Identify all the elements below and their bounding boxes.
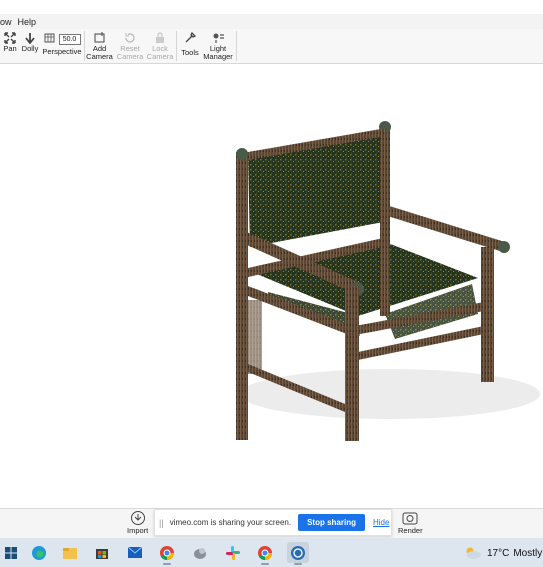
start-icon[interactable] [0, 542, 22, 563]
app-icon[interactable] [189, 542, 211, 563]
light-manager-button[interactable]: Light Manager [203, 29, 233, 63]
window-top-strip [0, 0, 543, 14]
tools-label: Tools [181, 48, 199, 57]
perspective-label: Perspective [42, 47, 82, 56]
reset-camera-button[interactable]: Reset Camera [116, 29, 144, 63]
render-button[interactable]: Render [398, 510, 423, 535]
render-label: Render [398, 526, 423, 535]
edge-icon[interactable] [28, 542, 50, 563]
render-viewport[interactable] [0, 64, 543, 508]
toolbar-divider [84, 31, 85, 61]
weather-widget[interactable]: 17°C Mostly [463, 541, 542, 565]
import-icon [130, 511, 145, 525]
running-indicator [261, 563, 269, 565]
chair-model [236, 121, 540, 441]
dolly-button[interactable]: Dolly [21, 29, 39, 63]
taskbar [0, 538, 543, 567]
chrome-icon[interactable] [156, 542, 178, 565]
add-camera-label-2: Camera [86, 52, 113, 61]
chrome-icon[interactable] [254, 542, 276, 565]
menu-window[interactable]: ow [0, 17, 18, 27]
mail-icon[interactable] [124, 542, 146, 563]
lock-icon [155, 31, 165, 45]
tools-button[interactable]: Tools [179, 29, 201, 63]
pan-label: Pan [3, 44, 17, 53]
screen-share-banner: || vimeo.com is sharing your screen. Sto… [154, 509, 392, 536]
menu-help[interactable]: Help [18, 17, 43, 27]
file-explorer-icon[interactable] [59, 542, 81, 563]
pan-button[interactable]: Pan [1, 29, 19, 63]
reset-camera-label-2: Camera [116, 52, 144, 61]
share-message: vimeo.com is sharing your screen. [169, 518, 292, 527]
render-icon [402, 512, 418, 525]
running-indicator [163, 563, 171, 565]
running-indicator [294, 563, 302, 565]
reset-camera-icon [124, 31, 136, 45]
fov-input[interactable]: 50.0 [58, 34, 81, 45]
import-label: Import [127, 526, 149, 535]
store-icon[interactable] [91, 542, 113, 563]
perspective-button[interactable]: 50.0 Perspective [42, 29, 82, 63]
light-manager-icon [212, 31, 224, 45]
menu-bar: ow Help [0, 14, 543, 30]
add-camera-button[interactable]: Add Camera [86, 29, 113, 63]
import-button[interactable]: Import [127, 510, 148, 535]
drag-handle[interactable]: || [159, 518, 164, 528]
dolly-label: Dolly [21, 44, 39, 53]
light-manager-label-2: Manager [203, 52, 233, 61]
toolbar: Pan Dolly 50.0 Perspective Add Camera Re… [0, 29, 543, 64]
keyshot-icon[interactable] [287, 542, 309, 565]
perspective-icon [44, 33, 55, 43]
stop-sharing-button[interactable]: Stop sharing [298, 514, 365, 531]
add-camera-icon [94, 31, 106, 45]
dolly-icon [25, 31, 35, 45]
temperature: 17°C [487, 547, 510, 559]
cloud-sun-icon [466, 547, 481, 559]
pan-icon [4, 31, 16, 45]
slack-icon[interactable] [222, 542, 244, 563]
tools-icon [184, 31, 196, 45]
lock-camera-label-2: Camera [146, 52, 174, 61]
toolbar-divider [176, 31, 177, 61]
toolbar-divider [236, 31, 237, 61]
hide-link[interactable]: Hide [373, 518, 389, 527]
lock-camera-button[interactable]: Lock Camera [146, 29, 174, 63]
weather-text: Mostly [513, 547, 543, 559]
